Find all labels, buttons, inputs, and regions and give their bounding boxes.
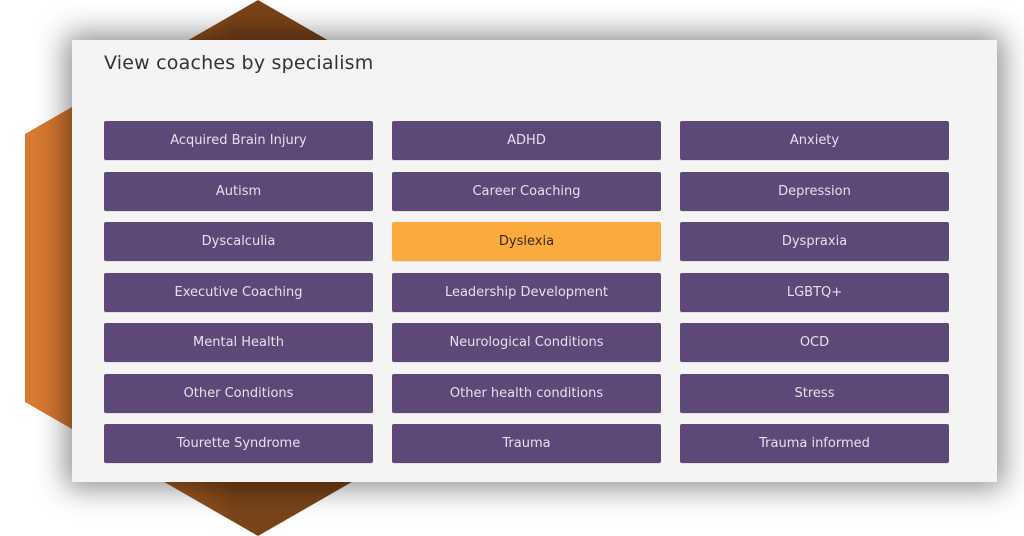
page: View coaches by specialism Acquired Brai…: [0, 0, 1024, 536]
specialism-button-anxiety[interactable]: Anxiety: [680, 121, 949, 160]
specialism-button-lgbtq[interactable]: LGBTQ+: [680, 272, 949, 312]
specialism-button-trauma-informed[interactable]: Trauma informed: [680, 424, 949, 463]
specialism-button-leadership-development[interactable]: Leadership Development: [392, 272, 661, 312]
specialism-grid: Acquired Brain Injury ADHD Anxiety Autis…: [104, 121, 949, 463]
specialism-button-other-health-conditions[interactable]: Other health conditions: [392, 373, 661, 413]
specialism-button-acquired-brain-injury[interactable]: Acquired Brain Injury: [104, 121, 373, 160]
specialism-button-executive-coaching[interactable]: Executive Coaching: [104, 272, 373, 312]
specialism-button-autism[interactable]: Autism: [104, 171, 373, 211]
specialism-button-trauma[interactable]: Trauma: [392, 424, 661, 463]
specialism-card: View coaches by specialism Acquired Brai…: [72, 40, 997, 482]
specialism-button-dyscalculia[interactable]: Dyscalculia: [104, 222, 373, 261]
specialism-button-dyslexia[interactable]: Dyslexia: [392, 222, 661, 261]
specialism-button-stress[interactable]: Stress: [680, 373, 949, 413]
specialism-button-mental-health[interactable]: Mental Health: [104, 323, 373, 362]
card-title: View coaches by specialism: [104, 52, 374, 74]
specialism-button-career-coaching[interactable]: Career Coaching: [392, 171, 661, 211]
specialism-button-depression[interactable]: Depression: [680, 171, 949, 211]
specialism-button-neurological-conditions[interactable]: Neurological Conditions: [392, 323, 661, 362]
specialism-button-tourette-syndrome[interactable]: Tourette Syndrome: [104, 424, 373, 463]
specialism-button-other-conditions[interactable]: Other Conditions: [104, 373, 373, 413]
specialism-button-adhd[interactable]: ADHD: [392, 121, 661, 160]
specialism-button-dyspraxia[interactable]: Dyspraxia: [680, 222, 949, 261]
specialism-button-ocd[interactable]: OCD: [680, 323, 949, 362]
